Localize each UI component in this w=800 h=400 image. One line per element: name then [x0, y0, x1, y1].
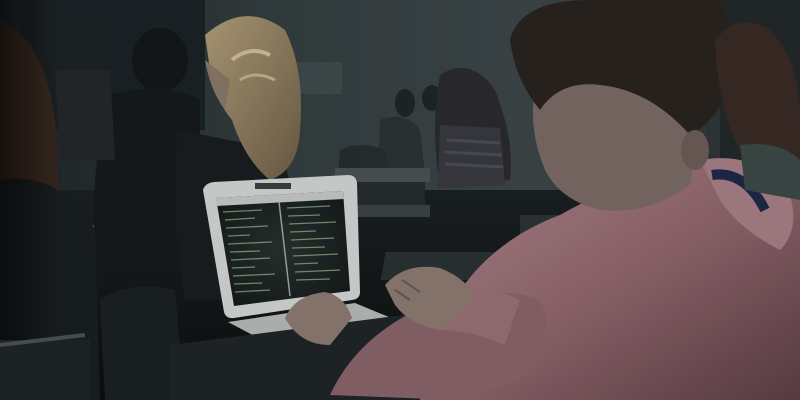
vignette — [0, 0, 800, 400]
classroom-scene — [0, 0, 800, 400]
scene-svg — [0, 0, 800, 400]
